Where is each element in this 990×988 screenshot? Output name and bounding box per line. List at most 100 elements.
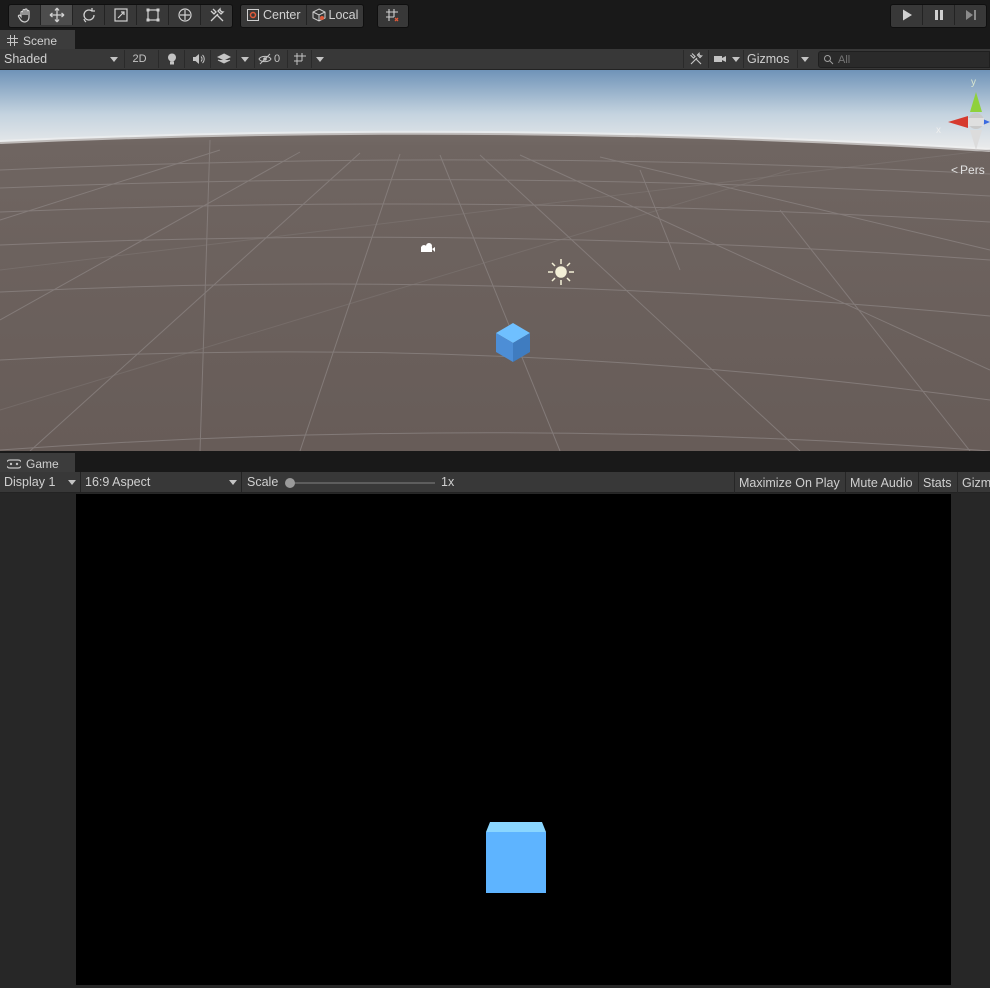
hidden-count: 0 bbox=[274, 53, 281, 65]
rotate-tool-button[interactable] bbox=[73, 5, 105, 25]
tools-icon bbox=[210, 7, 225, 22]
transform-tool-button[interactable] bbox=[169, 5, 201, 25]
toggle-2d-button[interactable]: 2D bbox=[124, 50, 154, 68]
game-render bbox=[486, 822, 546, 893]
effects-dropdown[interactable] bbox=[236, 50, 252, 68]
stats-label: Stats bbox=[923, 475, 952, 490]
tools-icon bbox=[689, 52, 703, 65]
maximize-on-play-toggle[interactable]: Maximize On Play bbox=[734, 472, 845, 493]
grid-dropdown[interactable] bbox=[311, 50, 327, 68]
rect-tool-button[interactable] bbox=[137, 5, 169, 25]
play-icon bbox=[902, 9, 912, 21]
game-cube bbox=[486, 822, 546, 893]
pivot-rotation-button[interactable]: Local bbox=[307, 5, 364, 25]
toolbar-divider bbox=[241, 472, 242, 492]
snap-group bbox=[377, 4, 409, 28]
scale-label-text: Scale bbox=[247, 475, 279, 489]
game-toolbar: Display 1 16:9 Aspect Scale 1x Maximize … bbox=[0, 472, 990, 493]
aspect-dropdown[interactable]: 16:9 Aspect bbox=[81, 472, 241, 492]
grid-visibility-toggle[interactable] bbox=[287, 50, 311, 68]
projection-toggle[interactable]: < Pers bbox=[951, 163, 985, 177]
tab-game[interactable]: Game bbox=[0, 453, 75, 472]
custom-tool-button[interactable] bbox=[201, 5, 232, 25]
audio-toggle[interactable] bbox=[184, 50, 210, 68]
grid-icon bbox=[7, 35, 18, 46]
chevron-down-icon bbox=[801, 57, 809, 62]
chevron-down-icon bbox=[732, 57, 740, 62]
aspect-value: 16:9 Aspect bbox=[85, 475, 151, 489]
camera-dropdown[interactable] bbox=[730, 50, 742, 68]
scale-slider-thumb[interactable] bbox=[285, 478, 295, 488]
chevron-down-icon bbox=[229, 480, 237, 485]
scale-value-text: 1x bbox=[441, 475, 455, 489]
search-input[interactable] bbox=[838, 53, 978, 66]
hierarchy-search[interactable] bbox=[818, 51, 990, 68]
gizmos-label: Gizmos bbox=[747, 52, 790, 66]
chevron-down-icon bbox=[68, 480, 76, 485]
axis-y-label: y bbox=[971, 77, 976, 88]
pause-button[interactable] bbox=[923, 5, 955, 25]
pivot-mode-label: Center bbox=[263, 8, 301, 22]
move-icon bbox=[49, 7, 64, 23]
local-space-icon bbox=[312, 8, 326, 22]
grid-icon bbox=[293, 53, 306, 65]
game-gizmos-label: Gizmos bbox=[962, 475, 990, 490]
scale-tool-button[interactable] bbox=[105, 5, 137, 25]
axis-x-label: x bbox=[936, 125, 941, 136]
pivot-center-icon bbox=[247, 9, 259, 21]
display-value: Display 1 bbox=[4, 475, 56, 489]
scene-visibility-toggle[interactable]: 0 bbox=[254, 50, 286, 68]
rotate-icon bbox=[82, 8, 95, 23]
hidden-eye-icon bbox=[258, 53, 272, 65]
layers-icon bbox=[216, 53, 231, 64]
chevron-down-icon bbox=[316, 57, 324, 62]
pause-icon bbox=[934, 10, 943, 20]
scene-viewport[interactable]: y x < Pers bbox=[0, 70, 990, 451]
search-icon bbox=[824, 55, 834, 65]
step-button[interactable] bbox=[955, 5, 986, 25]
grid-snap-icon bbox=[386, 9, 399, 22]
shading-mode-dropdown[interactable]: Shaded bbox=[0, 49, 122, 69]
mute-audio-toggle[interactable]: Mute Audio bbox=[845, 472, 918, 493]
scale-icon bbox=[113, 8, 128, 22]
gizmos-dropdown[interactable] bbox=[797, 50, 811, 68]
game-gizmos-toggle[interactable]: Gizmos bbox=[957, 472, 990, 493]
scale-slider-track[interactable] bbox=[289, 482, 435, 484]
projection-label: Pers bbox=[960, 163, 985, 177]
pivot-rotation-label: Local bbox=[328, 8, 359, 22]
scene-render bbox=[0, 70, 990, 451]
game-tab-label: Game bbox=[26, 456, 59, 471]
transform-tools bbox=[8, 4, 233, 28]
chevron-down-icon bbox=[110, 57, 118, 62]
effects-toggle[interactable] bbox=[210, 50, 236, 68]
shading-mode-value: Shaded bbox=[4, 52, 48, 66]
main-toolbar: Center Local bbox=[0, 0, 990, 30]
scene-tab-label: Scene bbox=[23, 33, 58, 48]
pivot-mode-button[interactable]: Center bbox=[241, 5, 307, 25]
speaker-icon bbox=[192, 54, 205, 64]
game-tab-strip: Game bbox=[0, 453, 990, 472]
lighting-toggle[interactable] bbox=[158, 50, 184, 68]
pivot-toggles: Center Local bbox=[240, 4, 365, 28]
play-button[interactable] bbox=[891, 5, 923, 25]
tab-scene[interactable]: Scene bbox=[0, 30, 75, 49]
chevron-down-icon bbox=[241, 57, 249, 62]
lightbulb-icon bbox=[167, 53, 176, 65]
hand-icon bbox=[17, 8, 30, 23]
hand-tool-button[interactable] bbox=[9, 5, 41, 25]
toggle-2d-label: 2D bbox=[132, 53, 147, 65]
stats-toggle[interactable]: Stats bbox=[918, 472, 957, 493]
scale-label: Scale bbox=[243, 472, 283, 492]
scene-tools-button[interactable] bbox=[683, 50, 707, 68]
grid-snap-button[interactable] bbox=[378, 5, 406, 25]
rect-icon bbox=[146, 8, 159, 22]
chevron-left-icon: < bbox=[951, 163, 959, 177]
scale-value: 1x bbox=[437, 472, 467, 492]
camera-button[interactable] bbox=[708, 50, 730, 68]
display-dropdown[interactable]: Display 1 bbox=[0, 472, 80, 492]
gamepad-icon bbox=[7, 458, 21, 469]
move-tool-button[interactable] bbox=[41, 5, 73, 25]
step-icon bbox=[965, 10, 976, 20]
gizmos-button[interactable]: Gizmos bbox=[743, 50, 797, 68]
game-render-canvas[interactable] bbox=[76, 494, 951, 985]
